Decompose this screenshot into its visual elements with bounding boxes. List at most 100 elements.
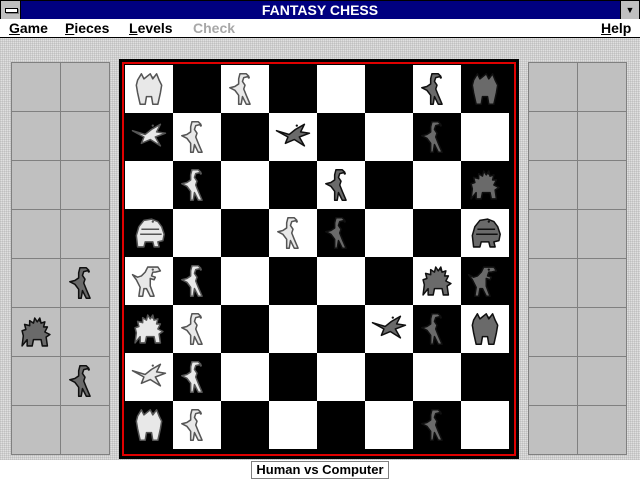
white-pterodactyl-icon[interactable]: [130, 118, 168, 156]
board-square[interactable]: [173, 353, 221, 401]
board-square[interactable]: [317, 353, 365, 401]
board-square[interactable]: [125, 401, 173, 449]
board-square[interactable]: [413, 161, 461, 209]
board-square[interactable]: [269, 113, 317, 161]
board-square[interactable]: [173, 65, 221, 113]
black-stegosaurus-icon[interactable]: [17, 313, 55, 351]
board-square[interactable]: [365, 161, 413, 209]
board-square[interactable]: [221, 257, 269, 305]
board-square[interactable]: [317, 65, 365, 113]
board-square[interactable]: [269, 401, 317, 449]
board-square[interactable]: [173, 257, 221, 305]
black-dilophosaurus-icon[interactable]: [418, 406, 456, 444]
board-square[interactable]: [317, 113, 365, 161]
board-square[interactable]: [365, 65, 413, 113]
board-square[interactable]: [461, 353, 509, 401]
white-dilophosaurus-icon[interactable]: [178, 166, 216, 204]
white-dilophosaurus-icon[interactable]: [178, 262, 216, 300]
board-square[interactable]: [365, 209, 413, 257]
black-dilophosaurus-icon[interactable]: [322, 166, 360, 204]
board-square[interactable]: [221, 65, 269, 113]
chess-board[interactable]: [125, 65, 509, 449]
board-square[interactable]: [221, 209, 269, 257]
board-square[interactable]: [269, 65, 317, 113]
board-square[interactable]: [173, 161, 221, 209]
board-square[interactable]: [413, 305, 461, 353]
title-bar[interactable]: FANTASY CHESS ▼: [0, 0, 640, 20]
menu-pieces[interactable]: Pieces: [65, 20, 109, 36]
black-dilophosaurus-icon[interactable]: [418, 70, 456, 108]
board-square[interactable]: [365, 113, 413, 161]
black-pterodactyl-icon[interactable]: [370, 310, 408, 348]
board-square[interactable]: [125, 65, 173, 113]
white-triceratops-icon[interactable]: [130, 406, 168, 444]
board-square[interactable]: [125, 305, 173, 353]
board-square[interactable]: [173, 209, 221, 257]
board-square[interactable]: [461, 65, 509, 113]
board-square[interactable]: [173, 113, 221, 161]
board-square[interactable]: [461, 161, 509, 209]
board-square[interactable]: [125, 257, 173, 305]
board-square[interactable]: [125, 161, 173, 209]
board-square[interactable]: [461, 209, 509, 257]
board-square[interactable]: [173, 305, 221, 353]
black-triceratops-icon[interactable]: [466, 310, 504, 348]
black-dilophosaurus-icon[interactable]: [418, 118, 456, 156]
white-triceratops-icon[interactable]: [130, 70, 168, 108]
white-ankylosaurus-icon[interactable]: [130, 214, 168, 252]
board-square[interactable]: [269, 305, 317, 353]
board-square[interactable]: [269, 353, 317, 401]
board-square[interactable]: [269, 161, 317, 209]
menu-levels[interactable]: Levels: [129, 20, 173, 36]
board-square[interactable]: [413, 65, 461, 113]
black-triceratops-icon[interactable]: [466, 70, 504, 108]
board-square[interactable]: [221, 113, 269, 161]
black-dilophosaurus-icon[interactable]: [322, 214, 360, 252]
system-menu-button[interactable]: [1, 1, 21, 19]
white-dilophosaurus-icon[interactable]: [178, 358, 216, 396]
white-dilophosaurus-icon[interactable]: [178, 118, 216, 156]
board-square[interactable]: [125, 209, 173, 257]
board-square[interactable]: [413, 257, 461, 305]
board-square[interactable]: [173, 401, 221, 449]
white-stegosaurus-icon[interactable]: [130, 310, 168, 348]
board-square[interactable]: [317, 257, 365, 305]
board-square[interactable]: [461, 113, 509, 161]
board-square[interactable]: [365, 353, 413, 401]
white-dilophosaurus-icon[interactable]: [178, 310, 216, 348]
board-square[interactable]: [125, 353, 173, 401]
maximize-button[interactable]: ▼: [620, 1, 639, 19]
board-square[interactable]: [125, 113, 173, 161]
board-square[interactable]: [317, 305, 365, 353]
board-square[interactable]: [317, 161, 365, 209]
white-dilophosaurus-icon[interactable]: [178, 406, 216, 444]
black-dilophosaurus-icon[interactable]: [418, 310, 456, 348]
white-dilophosaurus-icon[interactable]: [274, 214, 312, 252]
white-tyrannosaurus-icon[interactable]: [130, 262, 168, 300]
board-square[interactable]: [269, 257, 317, 305]
board-square[interactable]: [461, 401, 509, 449]
board-square[interactable]: [461, 305, 509, 353]
board-square[interactable]: [221, 305, 269, 353]
board-square[interactable]: [317, 209, 365, 257]
black-stegosaurus-icon[interactable]: [418, 262, 456, 300]
black-tyrannosaurus-icon[interactable]: [466, 262, 504, 300]
board-square[interactable]: [365, 305, 413, 353]
black-stegosaurus-icon[interactable]: [466, 166, 504, 204]
board-square[interactable]: [413, 353, 461, 401]
board-square[interactable]: [413, 401, 461, 449]
board-square[interactable]: [461, 257, 509, 305]
board-square[interactable]: [413, 209, 461, 257]
menu-help[interactable]: Help: [601, 20, 631, 36]
board-square[interactable]: [221, 161, 269, 209]
board-square[interactable]: [317, 401, 365, 449]
black-dilophosaurus-icon[interactable]: [66, 264, 104, 302]
board-square[interactable]: [221, 401, 269, 449]
white-dilophosaurus-icon[interactable]: [226, 70, 264, 108]
board-square[interactable]: [413, 113, 461, 161]
black-ankylosaurus-icon[interactable]: [466, 214, 504, 252]
board-square[interactable]: [221, 353, 269, 401]
black-pterodactyl-icon[interactable]: [274, 118, 312, 156]
menu-game[interactable]: Game: [9, 20, 48, 36]
board-square[interactable]: [365, 401, 413, 449]
